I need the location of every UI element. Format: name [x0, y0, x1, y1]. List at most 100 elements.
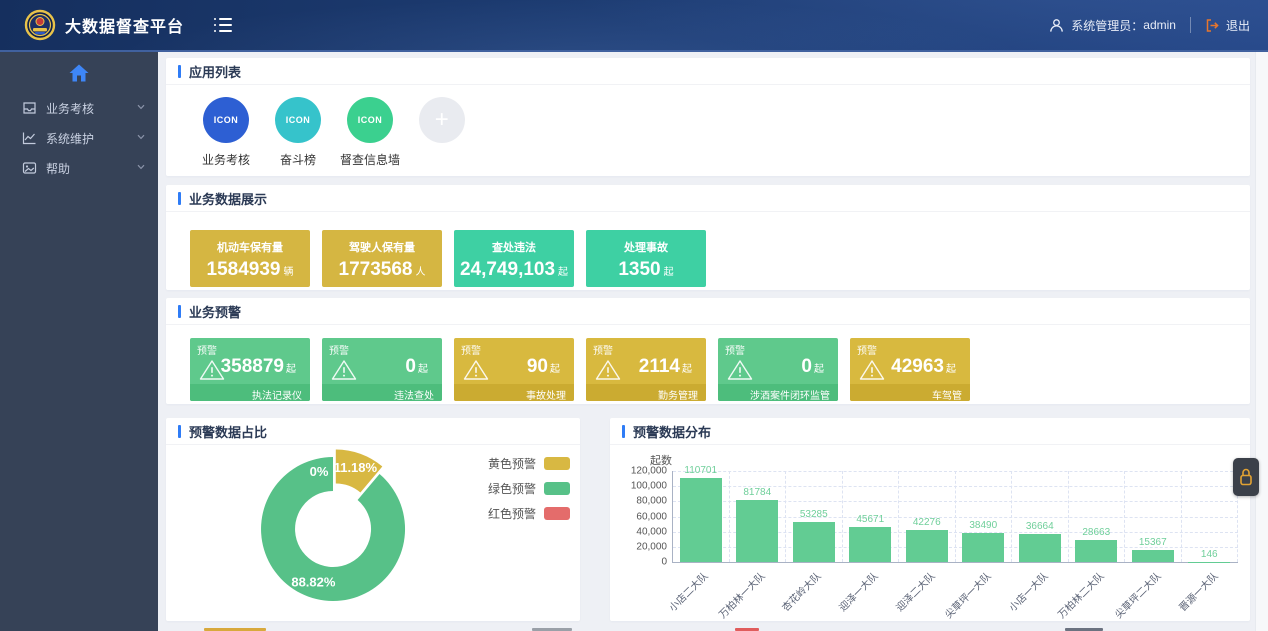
data-card-label: 机动车保有量	[217, 239, 283, 255]
warning-value: 358879起	[221, 356, 296, 378]
bar-value-label: 81784	[743, 487, 771, 498]
chevron-down-icon	[137, 104, 145, 110]
app-icons-row: ICON业务考核ICON奋斗榜ICON督查信息墙+	[166, 85, 1250, 168]
warning-unit: 起	[418, 364, 428, 375]
bar-迎泽一大队[interactable]	[849, 527, 891, 562]
bar-band-杏花岭大队: 53285	[786, 471, 843, 562]
business-data-title: 业务数据展示	[189, 189, 267, 208]
data-card-unit: 人	[415, 267, 425, 278]
warning-value: 90起	[527, 356, 560, 378]
panel-app-list: 应用列表 ICON业务考核ICON奋斗榜ICON督查信息墙+	[166, 58, 1250, 176]
x-band: 杏花岭大队	[785, 564, 842, 620]
header-divider	[1190, 17, 1191, 33]
bar-万柏林一大队[interactable]	[736, 500, 778, 562]
warning-value: 42963起	[891, 356, 956, 378]
bar-杏花岭大队[interactable]	[793, 522, 835, 562]
data-card-机动车保有量: 机动车保有量1584939辆	[190, 230, 310, 287]
legend-item-黄色预警[interactable]: 黄色预警	[488, 455, 570, 472]
bar-尖草坪二大队[interactable]	[1132, 550, 1174, 562]
app-title: 大数据督查平台	[65, 13, 184, 37]
business-data-cards: 机动车保有量1584939辆驾驶人保有量1773568人查处违法24,749,1…	[166, 212, 1250, 287]
warning-card-label: 执法记录仪	[190, 384, 310, 401]
warning-triangle-icon	[859, 359, 885, 381]
chevron-down-icon	[137, 164, 145, 170]
bar-band-尖草坪二大队: 15367	[1125, 471, 1182, 562]
bar-band-晋源一大队: 146	[1182, 471, 1239, 562]
sidebar: 业务考核系统维护帮助	[0, 52, 158, 631]
sidebar-item-label: 帮助	[46, 160, 70, 177]
bar-chart-plot: 020,00040,00060,00080,000100,000120,0001…	[672, 471, 1238, 563]
donut-chart-area: 11.18%88.82%0% 黄色预警绿色预警红色预警	[166, 445, 580, 620]
bar-value-label: 15367	[1139, 537, 1167, 548]
logout-icon	[1205, 18, 1220, 33]
app-icon: ICON	[347, 97, 393, 143]
bar-band-小店一大队: 36664	[1012, 471, 1069, 562]
warning-distribution-title-row: 预警数据分布	[610, 418, 1250, 445]
user-icon	[1049, 18, 1064, 33]
data-card-value: 24,749,103起	[460, 260, 568, 279]
menu-toggle-icon[interactable]	[214, 18, 232, 32]
warning-tag: 预警	[857, 342, 877, 357]
bar-小店一大队[interactable]	[1019, 534, 1061, 562]
logout-label: 退出	[1226, 17, 1250, 34]
sidebar-item-系统维护[interactable]: 系统维护	[0, 124, 158, 152]
warning-card-事故处理: 预警90起事故处理	[454, 338, 574, 401]
bar-chart-x-labels: 小店二大队万柏林一大队杏花岭大队迎泽一大队迎泽二大队尖草坪一大队小店一大队万柏林…	[672, 564, 1238, 620]
y-axis-tick: 60,000	[636, 511, 667, 522]
y-axis-tick: 20,000	[636, 541, 667, 552]
app-label: 奋斗榜	[280, 151, 316, 168]
y-axis-tick: 0	[661, 557, 667, 568]
bar-value-label: 36664	[1026, 521, 1054, 532]
data-card-unit: 起	[558, 267, 568, 278]
legend-item-红色预警[interactable]: 红色预警	[488, 505, 570, 522]
warning-card-执法记录仪: 预警 358879起执法记录仪	[190, 338, 310, 401]
sidebar-home-button[interactable]	[0, 52, 158, 92]
bar-value-label: 146	[1201, 549, 1218, 560]
police-badge-logo	[24, 9, 56, 41]
warning-unit: 起	[682, 364, 692, 375]
logout-button[interactable]: 退出	[1205, 17, 1250, 34]
warning-distribution-title: 预警数据分布	[633, 422, 711, 441]
bar-迎泽二大队[interactable]	[906, 530, 948, 562]
warning-ratio-title: 预警数据占比	[189, 422, 267, 441]
bar-小店二大队[interactable]	[680, 478, 722, 562]
warning-unit: 起	[814, 364, 824, 375]
warning-triangle-icon	[331, 359, 357, 381]
pie-percent-label: 11.18%	[334, 460, 378, 475]
legend-swatch	[544, 482, 570, 495]
bar-band-尖草坪一大队: 38490	[956, 471, 1013, 562]
top-header: 大数据督查平台 系统管理员：admin 退出	[0, 0, 1268, 52]
bar-尖草坪一大队[interactable]	[962, 533, 1004, 562]
sidebar-item-业务考核[interactable]: 业务考核	[0, 94, 158, 122]
app-label: 业务考核	[202, 151, 250, 168]
legend-item-绿色预警[interactable]: 绿色预警	[488, 480, 570, 497]
x-band: 晋源一大队	[1181, 564, 1238, 620]
app-shortcut-业务考核[interactable]: ICON业务考核	[190, 97, 262, 168]
bar-万柏林二大队[interactable]	[1075, 540, 1117, 562]
warning-value: 2114起	[639, 356, 692, 378]
warning-triangle-icon	[463, 359, 489, 381]
sidebar-item-帮助[interactable]: 帮助	[0, 154, 158, 182]
x-axis-label: 小店一大队	[1005, 568, 1051, 614]
pie-percent-label: 88.82%	[291, 575, 336, 590]
legend-label: 绿色预警	[488, 480, 536, 497]
app-shortcut-奋斗榜[interactable]: ICON奋斗榜	[262, 97, 334, 168]
floating-lock-button[interactable]	[1233, 458, 1259, 496]
warning-tag: 预警	[197, 342, 217, 357]
warning-unit: 起	[946, 364, 956, 375]
bar-band-迎泽二大队: 42276	[899, 471, 956, 562]
add-app-button[interactable]: +	[406, 97, 478, 168]
data-card-处理事故: 处理事故1350起	[586, 230, 706, 287]
chevron-down-icon	[137, 134, 145, 140]
lock-icon	[1238, 467, 1254, 487]
page-scrollbar[interactable]	[1255, 52, 1268, 631]
bar-band-迎泽一大队: 45671	[843, 471, 900, 562]
warning-card-label: 事故处理	[454, 384, 574, 401]
warning-card-违法查处: 预警0起违法查处	[322, 338, 442, 401]
app-shortcut-督查信息墙[interactable]: ICON督查信息墙	[334, 97, 406, 168]
bar-value-label: 38490	[969, 520, 997, 531]
warning-card-label: 涉酒案件闭环监管	[718, 384, 838, 401]
bar-value-label: 28663	[1082, 527, 1110, 538]
warning-value: 0起	[801, 356, 824, 378]
x-axis-label: 杏花岭大队	[778, 568, 824, 614]
